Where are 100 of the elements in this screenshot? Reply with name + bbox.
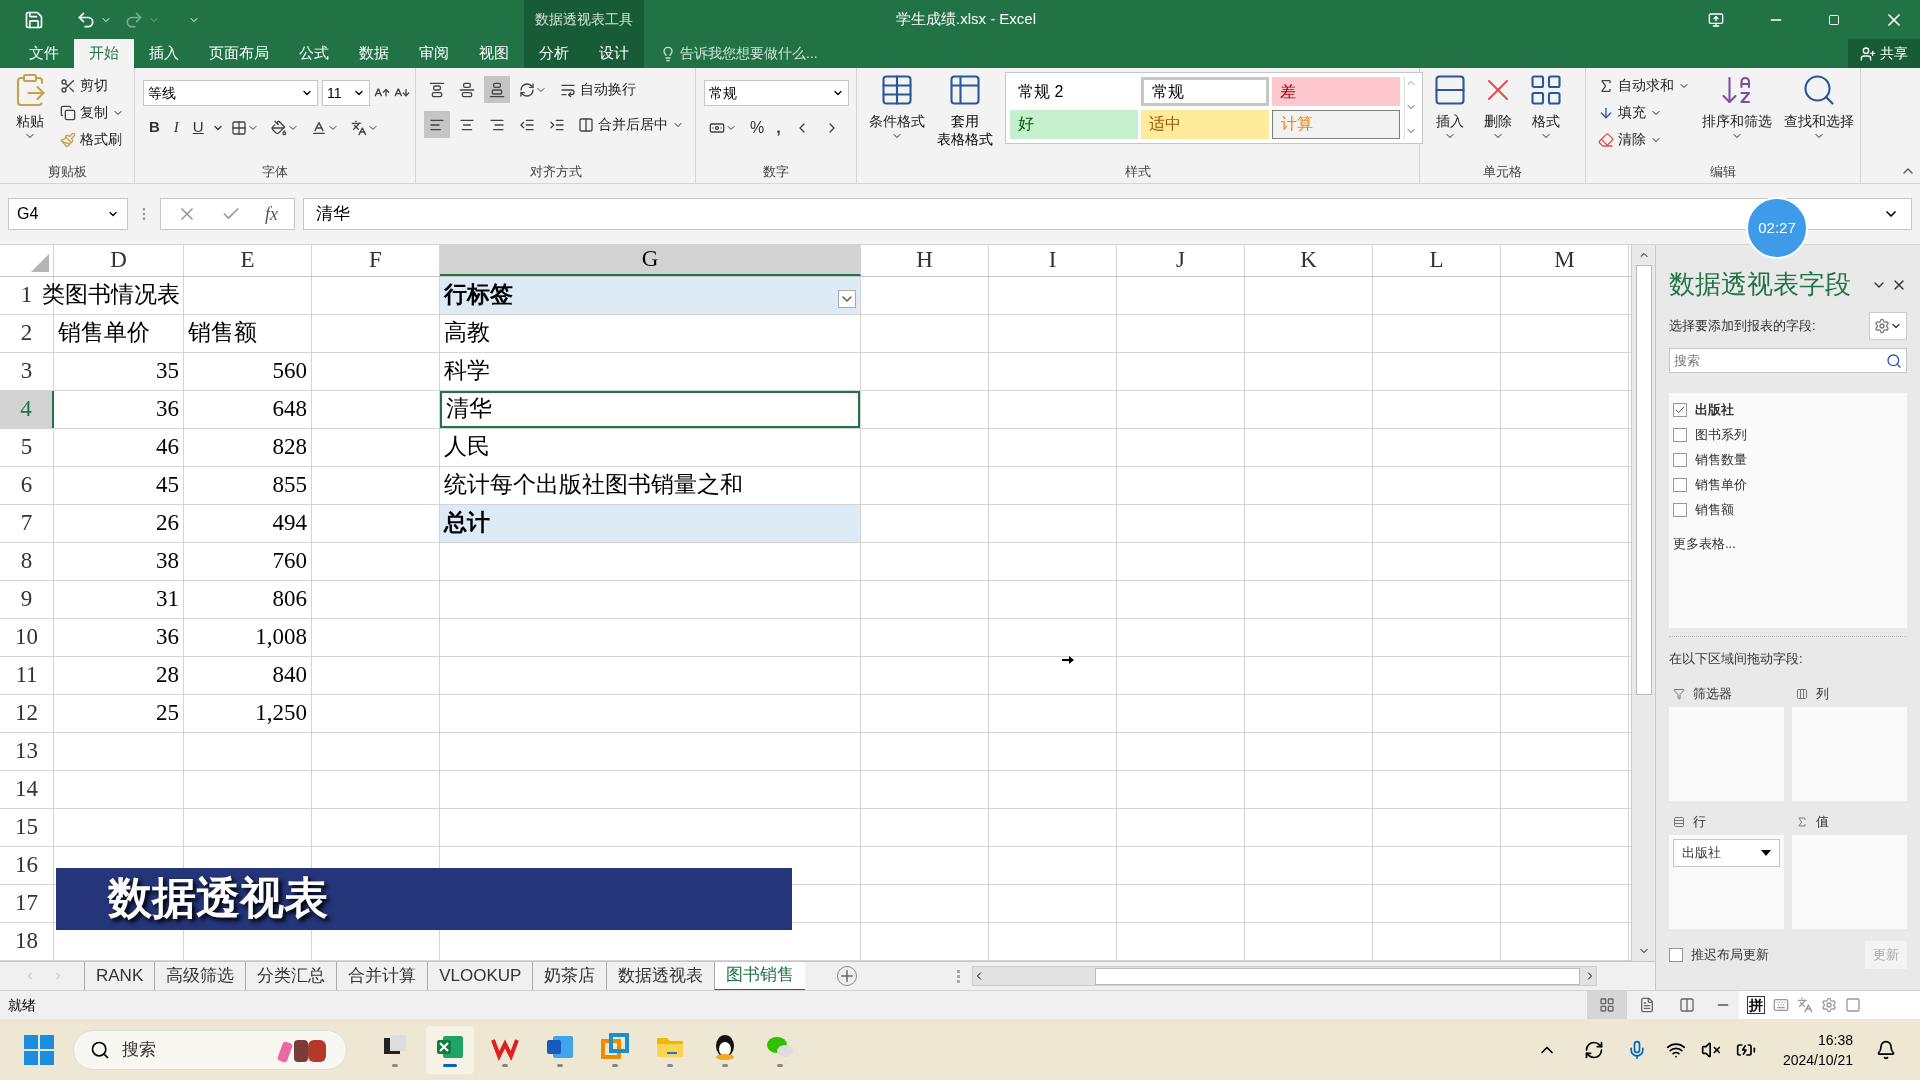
windows-start-icon[interactable]: [24, 1034, 54, 1065]
menu-tab[interactable]: 审阅: [404, 39, 464, 68]
checkbox[interactable]: [1673, 477, 1687, 492]
ribbon-button[interactable]: 自动求和: [1594, 72, 1694, 99]
taskbar-search-field[interactable]: 搜索: [122, 1036, 264, 1063]
save-icon[interactable]: [24, 9, 44, 30]
column-header[interactable]: M: [1501, 245, 1629, 276]
row-header[interactable]: 15: [0, 809, 54, 846]
ribbon-button[interactable]: 复制: [56, 99, 128, 126]
row-header[interactable]: 18: [0, 923, 54, 960]
ribbon-button[interactable]: 插入: [1428, 72, 1472, 142]
checkbox[interactable]: [1673, 427, 1687, 442]
ribbon-button[interactable]: 格式: [1524, 72, 1568, 142]
search-field[interactable]: 搜索: [1674, 350, 1886, 371]
row-header[interactable]: 7: [0, 505, 54, 542]
page-break-icon[interactable]: [1679, 997, 1695, 1013]
scroll-thumb[interactable]: [1635, 265, 1652, 695]
taskbar-search-box[interactable]: 搜索: [73, 1029, 347, 1070]
notification-icon[interactable]: [1876, 1039, 1896, 1060]
scroll-thumb[interactable]: [1095, 967, 1581, 985]
column-header[interactable]: D: [54, 245, 184, 276]
table-format-button[interactable]: 套用 表格格式: [933, 72, 997, 148]
row-header[interactable]: 6: [0, 467, 54, 504]
language-icon[interactable]: [1797, 997, 1813, 1013]
horizontal-scrollbar[interactable]: [972, 966, 1598, 986]
menu-tab[interactable]: 开始: [74, 39, 134, 68]
settings-button[interactable]: [1869, 312, 1907, 340]
checkbox[interactable]: [1669, 947, 1683, 962]
column-header[interactable]: K: [1245, 245, 1373, 276]
menu-tab[interactable]: 插入: [134, 39, 194, 68]
ribbon-button[interactable]: 删除: [1476, 72, 1520, 142]
column-header[interactable]: L: [1373, 245, 1501, 276]
cell-style[interactable]: 适中: [1141, 109, 1269, 139]
bold-button[interactable]: B: [143, 116, 166, 139]
checkbox[interactable]: [1673, 502, 1687, 517]
italic-button[interactable]: I: [167, 116, 185, 139]
keyboard-icon[interactable]: [1773, 997, 1789, 1013]
row-header[interactable]: 13: [0, 733, 54, 770]
column-header[interactable]: H: [861, 245, 989, 276]
row-header[interactable]: 8: [0, 543, 54, 580]
vertical-scrollbar[interactable]: [1631, 245, 1655, 961]
sync-icon[interactable]: [1583, 1039, 1604, 1060]
align-left-button[interactable]: [424, 111, 450, 138]
ribbon-button[interactable]: 条件格式: [865, 72, 929, 142]
ribbon-button[interactable]: 查找和选择: [1780, 72, 1858, 142]
cell-style[interactable]: 差: [1272, 77, 1400, 106]
settings-icon[interactable]: [1821, 997, 1837, 1013]
underline-button[interactable]: U: [186, 116, 210, 139]
clock[interactable]: 16:38 2024/10/21: [1782, 1029, 1853, 1070]
row-header[interactable]: 17: [0, 885, 54, 922]
ribbon-button[interactable]: 自动换行: [556, 76, 640, 103]
sheet-tab[interactable]: 图书销售: [714, 961, 806, 991]
row-header[interactable]: 12: [0, 695, 54, 732]
share-button[interactable]: 共享: [1848, 39, 1920, 68]
align-bottom-button[interactable]: [484, 76, 510, 103]
number-format-field[interactable]: 常规: [704, 80, 849, 106]
ribbon-button[interactable]: 格式刷: [56, 126, 128, 153]
ribbon-button[interactable]: 合并后居中: [574, 111, 688, 138]
row-header[interactable]: 5: [0, 429, 54, 466]
ribbon-button[interactable]: 清除: [1594, 126, 1694, 153]
row-header[interactable]: 9: [0, 581, 54, 618]
row-header[interactable]: 10: [0, 619, 54, 656]
column-header[interactable]: G: [440, 245, 861, 276]
ribbon-button[interactable]: 剪切: [56, 72, 128, 99]
row-header[interactable]: 11: [0, 657, 54, 694]
row-header[interactable]: 16: [0, 847, 54, 884]
normal-view-button[interactable]: [1587, 990, 1627, 1020]
cell-style[interactable]: 常规: [1141, 77, 1269, 106]
filter-dropdown-icon[interactable]: [838, 289, 856, 308]
ribbon-display-icon[interactable]: [1708, 11, 1724, 28]
comma-button[interactable]: ,: [772, 115, 785, 140]
more-tables-link[interactable]: 更多表格...: [1673, 534, 1903, 554]
row-header[interactable]: 4: [0, 391, 54, 428]
checkbox[interactable]: [1673, 402, 1687, 417]
page-layout-icon[interactable]: [1639, 997, 1655, 1013]
search-box[interactable]: 搜索: [1669, 348, 1907, 373]
menu-tab[interactable]: 视图: [464, 39, 524, 68]
row-header[interactable]: 14: [0, 771, 54, 808]
column-header[interactable]: J: [1117, 245, 1245, 276]
ribbon-button[interactable]: 排序和筛选: [1698, 72, 1776, 142]
insert-function-button[interactable]: fx: [265, 200, 278, 228]
row-header[interactable]: 3: [0, 353, 54, 390]
font-size-field[interactable]: 11: [322, 80, 370, 106]
checkbox[interactable]: [1673, 452, 1687, 467]
ribbon-button[interactable]: 填充: [1594, 99, 1694, 126]
column-header[interactable]: E: [184, 245, 312, 276]
menu-tab[interactable]: 数据: [344, 39, 404, 68]
menu-tab[interactable]: 文件: [14, 39, 74, 68]
field-chip[interactable]: 出版社: [1673, 838, 1780, 867]
row-header[interactable]: 2: [0, 315, 54, 352]
font-name-field[interactable]: 等线: [143, 80, 318, 106]
spreadsheet-app-icon[interactable]: [426, 1025, 474, 1074]
percent-button[interactable]: %: [746, 115, 769, 140]
tell-me-field[interactable]: 告诉我您想要做什么...: [680, 43, 940, 64]
undo-icon[interactable]: [76, 9, 96, 30]
column-header[interactable]: I: [989, 245, 1117, 276]
name-box[interactable]: G4: [8, 198, 128, 230]
menu-tab[interactable]: 页面布局: [194, 39, 284, 68]
restore-icon[interactable]: [1828, 13, 1840, 26]
muted-speaker-icon[interactable]: [1700, 1039, 1721, 1060]
